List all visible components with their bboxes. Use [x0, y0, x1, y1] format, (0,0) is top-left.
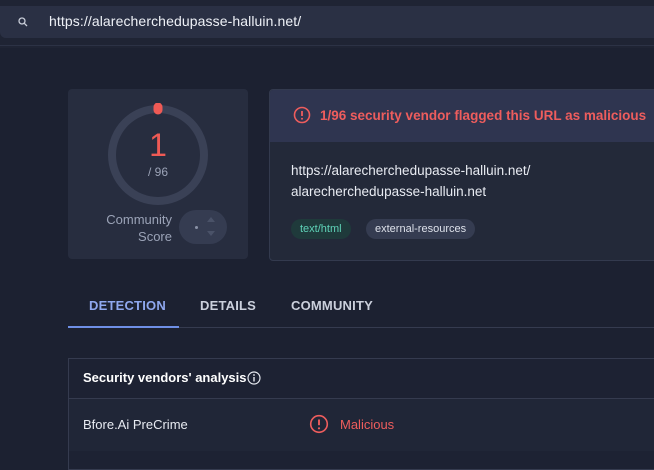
divider [0, 45, 654, 46]
vendor-name: Bfore.Ai PreCrime [83, 417, 188, 432]
malicious-alert-banner: 1/96 security vendor flagged this URL as… [270, 90, 654, 142]
search-icon [18, 17, 28, 27]
scanned-url[interactable]: https://alarecherchedupasse-halluin.net/ [291, 163, 530, 178]
tab-detection[interactable]: DETECTION [89, 298, 166, 313]
search-input[interactable]: https://alarecherchedupasse-halluin.net/ [49, 13, 301, 29]
detection-total: / 96 [147, 165, 168, 179]
active-tab-indicator [68, 326, 179, 328]
upvote-icon[interactable] [207, 217, 215, 222]
tag-text-html[interactable]: text/html [291, 219, 351, 239]
tab-details[interactable]: DETAILS [200, 298, 256, 313]
table-row: Bfore.Ai PreCrime Malicious [69, 399, 654, 451]
downvote-icon[interactable] [207, 231, 215, 236]
vendor-result: Malicious [340, 417, 395, 432]
community-score-value [195, 226, 198, 229]
tab-community[interactable]: COMMUNITY [291, 298, 373, 313]
info-icon[interactable] [247, 371, 261, 385]
url-summary-card: 1/96 security vendor flagged this URL as… [269, 89, 654, 261]
scanned-domain[interactable]: alarecherchedupasse-halluin.net [291, 184, 486, 199]
community-vote-widget[interactable] [179, 210, 227, 244]
detection-score-card: 1 / 96 Community Score [68, 89, 248, 259]
alert-icon [309, 414, 329, 434]
panel-title: Security vendors' analysis [83, 370, 247, 385]
alert-icon [293, 106, 311, 124]
tag-external-resources[interactable]: external-resources [366, 219, 476, 239]
alert-text: 1/96 security vendor flagged this URL as… [320, 108, 647, 123]
search-bar[interactable]: https://alarecherchedupasse-halluin.net/ [0, 6, 654, 38]
detection-count: 1 [149, 127, 167, 163]
tab-divider [179, 327, 654, 328]
vendors-analysis-panel: Security vendors' analysis Bfore.Ai PreC… [68, 358, 654, 470]
community-score-label: Community Score [106, 212, 172, 244]
